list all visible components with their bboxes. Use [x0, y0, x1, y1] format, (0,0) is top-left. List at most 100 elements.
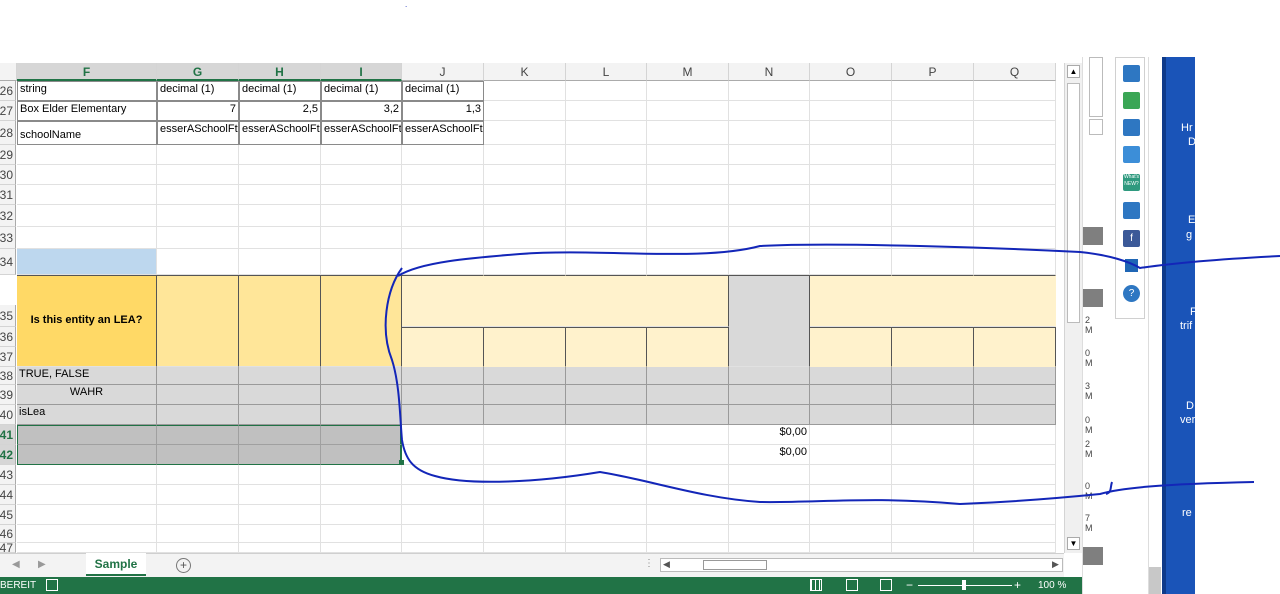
person-icon[interactable]	[1123, 119, 1140, 136]
cell-f27[interactable]: Box Elder Elementary	[17, 101, 157, 121]
cell-j33[interactable]	[402, 227, 484, 249]
cell-j27[interactable]: 1,3	[402, 101, 484, 121]
cell-k36[interactable]	[484, 327, 566, 367]
row-header-43[interactable]: 43	[0, 465, 16, 485]
cell-h39[interactable]	[239, 385, 321, 405]
column-header-n[interactable]: N	[729, 63, 810, 81]
cell-o47[interactable]	[810, 543, 892, 553]
cell-q41[interactable]	[974, 425, 1056, 445]
cell-f32[interactable]	[17, 205, 157, 227]
cell-n46[interactable]	[729, 525, 810, 543]
cell-g32[interactable]	[157, 205, 239, 227]
cell-f34[interactable]	[17, 249, 157, 275]
cell-n32[interactable]	[729, 205, 810, 227]
cell-n40[interactable]	[729, 405, 810, 425]
cell-k30[interactable]	[484, 165, 566, 185]
fill-handle[interactable]	[399, 460, 404, 465]
cell-n35[interactable]	[729, 275, 810, 367]
cell-l41[interactable]	[566, 425, 647, 445]
cell-j42[interactable]	[402, 445, 484, 465]
cell-q30[interactable]	[974, 165, 1056, 185]
cell-q43[interactable]	[974, 465, 1056, 485]
cell-f42[interactable]	[17, 445, 157, 465]
cell-n33[interactable]	[729, 227, 810, 249]
cell-j40[interactable]	[402, 405, 484, 425]
cell-f39[interactable]: WAHR	[17, 385, 157, 405]
cell-j34[interactable]	[402, 249, 484, 275]
zoom-out-button[interactable]: −	[906, 578, 913, 592]
cell-i46[interactable]	[321, 525, 402, 543]
cell-g35[interactable]	[157, 275, 239, 367]
keyboard-icon[interactable]	[1123, 202, 1140, 219]
cell-q44[interactable]	[974, 485, 1056, 505]
cell-g43[interactable]	[157, 465, 239, 485]
cell-j44[interactable]	[402, 485, 484, 505]
cell-k43[interactable]	[484, 465, 566, 485]
cell-i27[interactable]: 3,2	[321, 101, 402, 121]
cell-o38[interactable]	[810, 367, 892, 385]
cell-i28[interactable]: esserASchoolFteCounselors	[321, 121, 402, 145]
cell-k27[interactable]	[484, 101, 566, 121]
cell-n44[interactable]	[729, 485, 810, 505]
chat-icon[interactable]	[1123, 92, 1140, 109]
cell-f47[interactable]	[17, 543, 157, 553]
cell-m29[interactable]	[647, 145, 729, 165]
cell-p44[interactable]	[892, 485, 974, 505]
cell-h33[interactable]	[239, 227, 321, 249]
cell-i40[interactable]	[321, 405, 402, 425]
vertical-scroll-thumb[interactable]	[1067, 83, 1080, 323]
spreadsheet-grid[interactable]: F G H I J K L M N O P Q 26 string decimal (1) decimal (…	[0, 63, 1064, 553]
cell-o28[interactable]	[810, 121, 892, 145]
cell-f29[interactable]	[17, 145, 157, 165]
column-header-l[interactable]: L	[566, 63, 647, 81]
cell-o45[interactable]	[810, 505, 892, 525]
cell-l39[interactable]	[566, 385, 647, 405]
home-icon[interactable]	[1123, 65, 1140, 82]
cell-h26[interactable]: decimal (1)	[239, 81, 321, 101]
row-header-37[interactable]: 37	[0, 347, 16, 367]
cell-o32[interactable]	[810, 205, 892, 227]
cell-h30[interactable]	[239, 165, 321, 185]
row-header-46[interactable]: 46	[0, 525, 16, 543]
select-all-corner[interactable]	[0, 63, 17, 81]
cell-i29[interactable]	[321, 145, 402, 165]
row-header-28[interactable]: 28	[0, 121, 16, 145]
column-header-o[interactable]: O	[810, 63, 892, 81]
row-header-26[interactable]: 26	[0, 81, 16, 101]
cell-j47[interactable]	[402, 543, 484, 553]
cell-j35[interactable]	[402, 275, 484, 327]
cell-f41[interactable]	[17, 425, 157, 445]
cell-m47[interactable]	[647, 543, 729, 553]
cell-n34[interactable]	[729, 249, 810, 275]
cell-q35[interactable]	[974, 275, 1056, 327]
cell-q40[interactable]	[974, 405, 1056, 425]
cell-k26[interactable]	[484, 81, 566, 101]
row-header-29[interactable]: 29	[0, 145, 16, 165]
row-header-44[interactable]: 44	[0, 485, 16, 505]
cell-q28[interactable]	[974, 121, 1056, 145]
cell-m38[interactable]	[647, 367, 729, 385]
macro-record-icon[interactable]	[46, 579, 58, 591]
cell-l26[interactable]	[566, 81, 647, 101]
cell-l45[interactable]	[566, 505, 647, 525]
cell-q47[interactable]	[974, 543, 1056, 553]
whats-new-icon[interactable]: What's NEW?	[1123, 174, 1140, 191]
column-header-m[interactable]: M	[647, 63, 729, 81]
cell-m43[interactable]	[647, 465, 729, 485]
row-header-27[interactable]: 27	[0, 101, 16, 121]
cell-n26[interactable]	[729, 81, 810, 101]
cell-p40[interactable]	[892, 405, 974, 425]
cell-i38[interactable]	[321, 367, 402, 385]
cell-o34[interactable]	[810, 249, 892, 275]
cell-q38[interactable]	[974, 367, 1056, 385]
cell-h45[interactable]	[239, 505, 321, 525]
normal-view-icon[interactable]	[810, 579, 822, 591]
cell-o40[interactable]	[810, 405, 892, 425]
cell-o41[interactable]	[810, 425, 892, 445]
cell-k34[interactable]	[484, 249, 566, 275]
cell-j43[interactable]	[402, 465, 484, 485]
cell-p28[interactable]	[892, 121, 974, 145]
cell-p31[interactable]	[892, 185, 974, 205]
cell-n27[interactable]	[729, 101, 810, 121]
cell-n43[interactable]	[729, 465, 810, 485]
